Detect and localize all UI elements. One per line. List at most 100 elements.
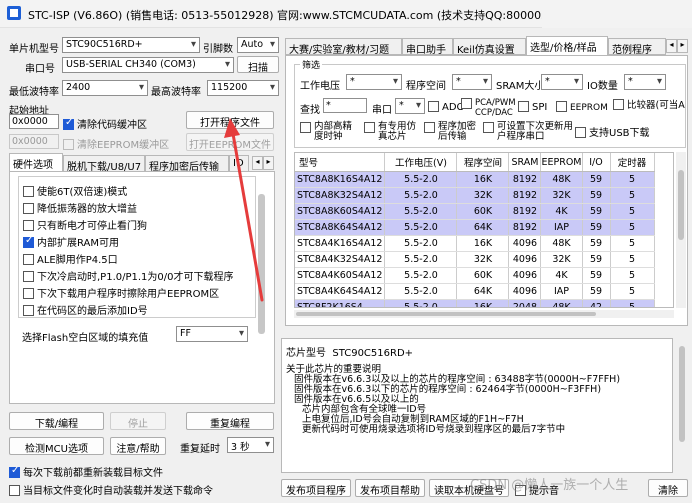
table-row[interactable]: STC8A4K60S4A12 5.5-2.0 60K 4096 4K 59 5	[295, 267, 655, 284]
filter-encrypt[interactable]: 程序加密后传输	[424, 122, 482, 142]
option-ale-pin[interactable]: ALE脚用作P4.5口	[23, 251, 118, 266]
filter-comparator[interactable]: 比较器(可当ADC使用)	[613, 97, 685, 111]
filter-eeprom-checkbox[interactable]	[556, 101, 567, 112]
program-space-select[interactable]: *	[452, 74, 492, 90]
reload-before-download-option[interactable]: 每次下载前都重新装载目标文件	[9, 464, 163, 479]
tab-selection-price[interactable]: 选型/价格/样品	[526, 36, 608, 55]
option-append-id-checkbox[interactable]	[23, 305, 34, 316]
download-program-button[interactable]: 下载/编程	[9, 412, 104, 430]
filter-adc-checkbox[interactable]	[428, 101, 439, 112]
max-baud-select[interactable]: 115200	[207, 80, 279, 96]
table-row[interactable]: STC8A8K16S4A12 5.5-2.0 16K 8192 48K 59 5	[295, 171, 655, 188]
voltage-select[interactable]: *	[346, 74, 402, 90]
option-erase-eeprom-checkbox[interactable]	[23, 288, 34, 299]
port-select[interactable]: USB-SERIAL CH340 (COM3)	[62, 57, 234, 73]
repeat-program-button[interactable]: 重复编程	[186, 412, 274, 430]
notes-help-button[interactable]: 注意/帮助	[110, 437, 166, 455]
option-ale-pin-checkbox[interactable]	[23, 254, 34, 265]
table-row[interactable]: STC8A4K64S4A12 5.5-2.0 64K 4096 IAP 59 5	[295, 283, 655, 300]
auto-load-on-change-checkbox[interactable]	[9, 485, 20, 496]
open-eeprom-file-button[interactable]: 打开EEPROM文件	[186, 133, 274, 151]
option-cold-start-p1[interactable]: 下次冷启动时,P1.0/P1.1为0/0才可下载程序	[23, 268, 234, 283]
chip-info-scrollbar[interactable]	[676, 338, 688, 473]
option-cold-start-p1-checkbox[interactable]	[23, 271, 34, 282]
search-input[interactable]: *	[323, 98, 367, 113]
mcu-type-select[interactable]: STC90C516RD+	[62, 37, 200, 53]
filter-usb-download[interactable]: 支持USB下载	[575, 124, 650, 139]
tab-hardware-options[interactable]: 硬件选项	[9, 153, 63, 172]
filter-pca[interactable]: PCA/PWM CCP/DAC	[461, 98, 516, 118]
option-reduce-gain[interactable]: 降低振荡器的放大增益	[23, 200, 137, 215]
option-internal-xram-checkbox[interactable]	[23, 235, 34, 248]
option-watchdog-checkbox[interactable]	[23, 220, 34, 231]
table-row[interactable]: STC8A8K60S4A12 5.5-2.0 60K 8192 4K 59 5	[295, 203, 655, 220]
open-program-file-button[interactable]: 打开程序文件	[186, 111, 274, 129]
tab-keil-simulation[interactable]: Keil仿真设置	[453, 38, 526, 55]
option-reduce-gain-checkbox[interactable]	[23, 203, 34, 214]
option-6t-mode-checkbox[interactable]	[23, 186, 34, 197]
filter-spi-checkbox[interactable]	[518, 101, 529, 112]
filter-encrypt-checkbox[interactable]	[424, 122, 435, 133]
filter-spi[interactable]: SPI	[518, 101, 547, 113]
column-timer[interactable]: 定时器	[610, 153, 655, 172]
tab-encrypted-transfer[interactable]: 程序加密后传输	[145, 155, 229, 172]
uart-select[interactable]: *	[395, 98, 425, 114]
auto-load-on-change-option[interactable]: 当目标文件变化时自动装载并发送下载命令	[9, 482, 213, 497]
option-watchdog[interactable]: 只有断电才可停止看门狗	[23, 217, 147, 232]
filter-pca-checkbox[interactable]	[461, 98, 472, 109]
filter-internal-osc-checkbox[interactable]	[300, 122, 311, 133]
io-count-select[interactable]: *	[624, 74, 666, 90]
detect-mcu-options-button[interactable]: 检测MCU选项	[9, 437, 104, 455]
stop-button[interactable]: 停止	[110, 412, 166, 430]
tab-serial-assistant[interactable]: 串口助手	[402, 38, 453, 55]
option-6t-mode[interactable]: 使能6T(双倍速)模式	[23, 183, 127, 198]
table-row[interactable]: STC8A8K32S4A12 5.5-2.0 32K 8192 32K 59 5	[295, 187, 655, 204]
scan-button[interactable]: 扫描	[237, 56, 279, 73]
table-row[interactable]: STC8A4K32S4A12 5.5-2.0 32K 4096 32K 59 5	[295, 251, 655, 268]
column-eeprom[interactable]: EEPROM	[540, 153, 583, 172]
tab-scroll-right-icon[interactable]: ▸	[263, 156, 274, 170]
option-erase-eeprom[interactable]: 下次下载用户程序时擦除用户EEPROM区	[23, 285, 219, 300]
filter-internal-osc[interactable]: 内部高精度时钟	[300, 122, 358, 142]
right-tab-scroll-right-icon[interactable]: ▸	[677, 39, 688, 53]
tab-scroll-left-icon[interactable]: ◂	[252, 156, 263, 170]
code-start-address-input[interactable]: 0x0000	[9, 114, 59, 129]
option-append-id[interactable]: 在代码区的最后添加ID号	[23, 302, 148, 317]
table-horizontal-scrollbar[interactable]	[294, 310, 674, 318]
table-vertical-scrollbar[interactable]	[676, 152, 686, 308]
column-voltage[interactable]: 工作电压(V)	[384, 153, 458, 172]
clear-code-buffer-option[interactable]: 清除代码缓冲区	[63, 116, 147, 131]
reload-before-download-checkbox[interactable]	[9, 465, 20, 478]
table-row[interactable]: STC8A4K16S4A12 5.5-2.0 16K 4096 48K 59 5	[295, 235, 655, 252]
clear-eeprom-buffer-checkbox[interactable]	[63, 139, 74, 150]
min-baud-select[interactable]: 2400	[62, 80, 148, 96]
table-row[interactable]: STC8A8K64S4A12 5.5-2.0 64K 8192 IAP 59 5	[295, 219, 655, 236]
tab-id[interactable]: ID	[229, 155, 249, 172]
publish-program-button[interactable]: 发布项目程序	[281, 479, 351, 497]
filter-download-port-checkbox[interactable]	[483, 122, 494, 133]
clear-code-buffer-checkbox[interactable]	[63, 117, 74, 130]
publish-help-button[interactable]: 发布项目帮助	[355, 479, 425, 497]
filter-download-port[interactable]: 可设置下次更新用户程序串口	[483, 122, 573, 142]
repeat-delay-select[interactable]: 3 秒	[227, 437, 274, 453]
table-row[interactable]: STC8F2K16S4 5.5-2.0 16K 2048 48K 42 5	[295, 299, 655, 307]
options-scrollbar[interactable]	[258, 194, 265, 334]
filter-usb-download-checkbox[interactable]	[575, 127, 586, 138]
eeprom-start-address-input[interactable]: 0x0000	[9, 134, 59, 149]
clear-button[interactable]: 清除	[648, 479, 688, 497]
right-tab-scroll-left-icon[interactable]: ◂	[666, 39, 677, 53]
fill-value-select[interactable]: FF	[176, 326, 248, 342]
filter-emulator-chip-checkbox[interactable]	[364, 122, 375, 133]
pin-count-select[interactable]: Auto	[237, 37, 279, 53]
option-internal-xram[interactable]: 内部扩展RAM可用	[23, 234, 119, 249]
tab-offline-download[interactable]: 脱机下载/U8/U7	[63, 155, 145, 172]
filter-comparator-checkbox[interactable]	[613, 99, 624, 110]
column-program-space[interactable]: 程序空间	[456, 153, 510, 172]
tab-contest-lab[interactable]: 大赛/实验室/教材/习题	[285, 38, 402, 55]
column-model[interactable]: 型号	[295, 153, 386, 172]
filter-eeprom[interactable]: EEPROM	[556, 101, 608, 113]
column-io[interactable]: I/O	[582, 153, 611, 172]
clear-eeprom-buffer-option[interactable]: 清除EEPROM缓冲区	[63, 136, 169, 151]
sram-select[interactable]: *	[541, 74, 583, 90]
filter-emulator-chip[interactable]: 有专用仿真芯片	[364, 122, 422, 142]
